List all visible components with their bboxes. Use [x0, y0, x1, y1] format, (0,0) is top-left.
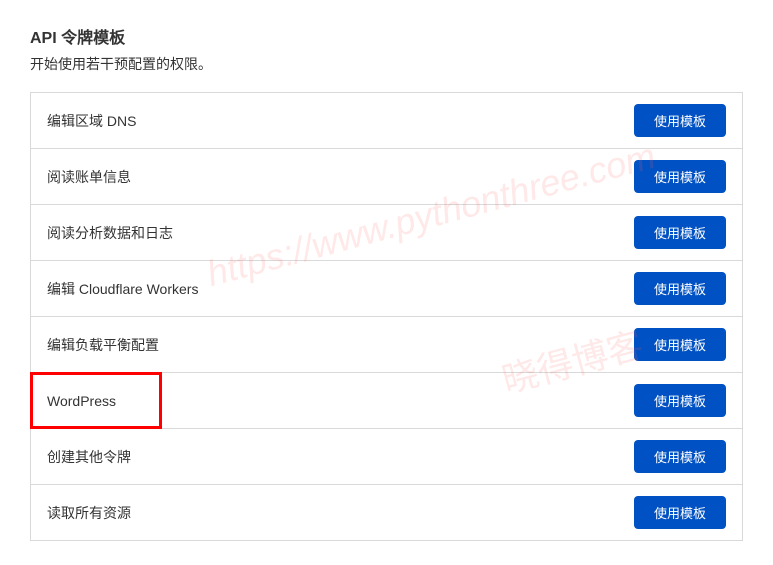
template-label: 编辑 Cloudflare Workers — [47, 279, 198, 299]
template-label: 阅读账单信息 — [47, 167, 131, 187]
template-row: 编辑区域 DNS 使用模板 — [31, 93, 742, 149]
template-label: WordPress — [47, 393, 116, 409]
template-list: 编辑区域 DNS使用模板阅读账单信息使用模板阅读分析数据和日志使用模板编辑 Cl… — [30, 92, 743, 541]
template-label: 编辑区域 DNS — [47, 111, 136, 131]
template-row: 阅读账单信息 使用模板 — [31, 149, 742, 205]
page-title: API 令牌模板 — [30, 24, 743, 48]
use-template-button[interactable]: 使用模板 — [634, 384, 726, 417]
template-label: 阅读分析数据和日志 — [47, 223, 173, 243]
template-label: 创建其他令牌 — [47, 447, 131, 467]
use-template-button[interactable]: 使用模板 — [634, 328, 726, 361]
use-template-button[interactable]: 使用模板 — [634, 216, 726, 249]
template-row: 编辑负载平衡配置 使用模板 — [31, 317, 742, 373]
use-template-button[interactable]: 使用模板 — [634, 496, 726, 529]
use-template-button[interactable]: 使用模板 — [634, 104, 726, 137]
template-row: 创建其他令牌 使用模板 — [31, 429, 742, 485]
use-template-button[interactable]: 使用模板 — [634, 160, 726, 193]
template-row: 阅读分析数据和日志 使用模板 — [31, 205, 742, 261]
template-row: 读取所有资源使用模板 — [31, 485, 742, 540]
use-template-button[interactable]: 使用模板 — [634, 440, 726, 473]
page-container: https://www.pythonthree.com 晓得博客 API 令牌模… — [30, 24, 743, 541]
use-template-button[interactable]: 使用模板 — [634, 272, 726, 305]
template-label: 编辑负载平衡配置 — [47, 335, 159, 355]
page-subtitle: 开始使用若干预配置的权限。 — [30, 54, 743, 74]
template-row: WordPress 使用模板 — [31, 373, 742, 429]
template-row: 编辑 Cloudflare Workers 使用模板 — [31, 261, 742, 317]
